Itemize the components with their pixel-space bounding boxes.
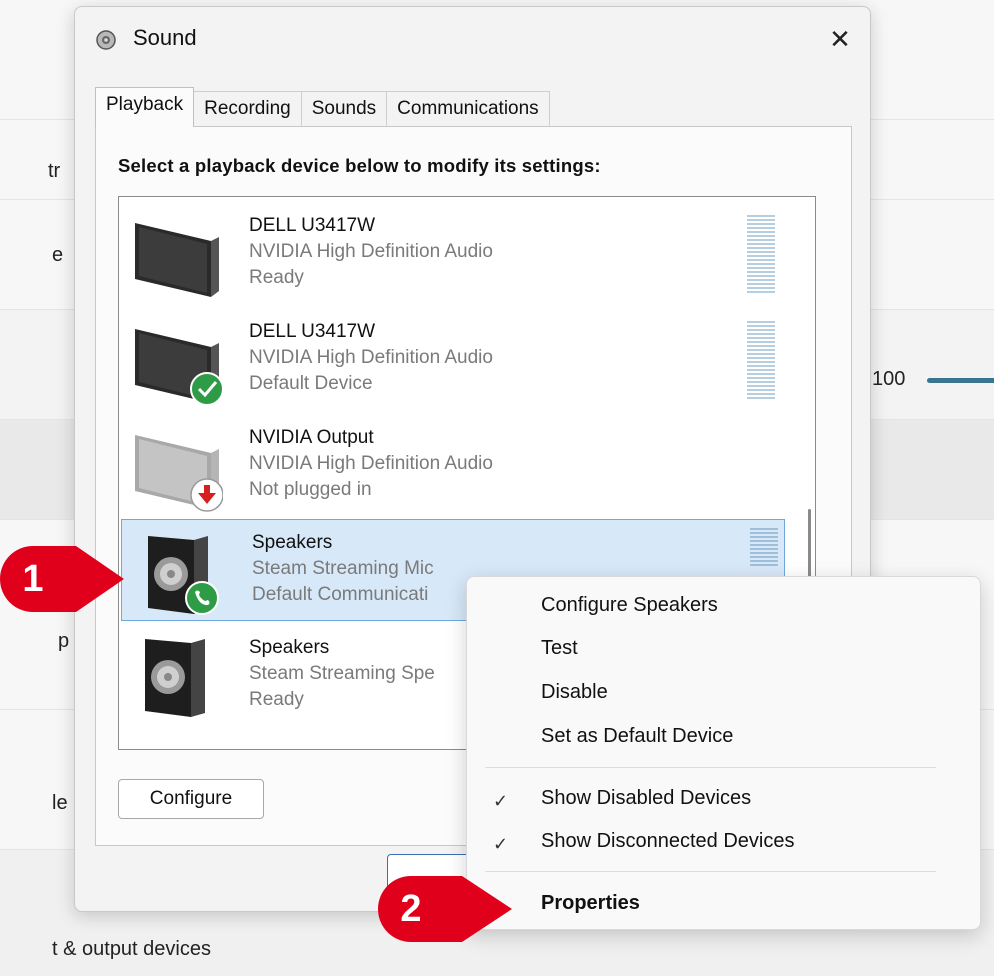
device-item[interactable]: NVIDIA Output NVIDIA High Definition Aud… — [119, 415, 787, 517]
tab-sounds[interactable]: Sounds — [300, 91, 388, 127]
menu-item-disable[interactable]: Disable — [541, 681, 608, 704]
menu-item-set-default[interactable]: Set as Default Device — [541, 725, 733, 748]
bg-text-fragment: tr — [48, 160, 61, 182]
device-driver: NVIDIA High Definition Audio — [249, 347, 493, 368]
checkmark-icon: ✓ — [493, 834, 509, 854]
device-name: DELL U3417W — [249, 321, 376, 342]
instruction-text: Select a playback device below to modify… — [118, 155, 601, 176]
device-item[interactable]: DELL U3417W NVIDIA High Definition Audio… — [119, 203, 787, 305]
menu-separator — [485, 871, 936, 872]
device-status: Not plugged in — [249, 479, 372, 500]
menu-item-configure-speakers[interactable]: Configure Speakers — [541, 594, 718, 617]
configure-button[interactable]: Configure — [118, 779, 264, 819]
tab-strip: Playback Recording Sounds Communications — [95, 87, 550, 127]
close-button[interactable]: ✕ — [820, 19, 860, 59]
device-name: Speakers — [252, 532, 333, 553]
device-driver: NVIDIA High Definition Audio — [249, 241, 493, 262]
close-icon: ✕ — [829, 23, 851, 54]
scrollbar-thumb[interactable] — [808, 509, 811, 579]
bg-text-fragment: p — [58, 630, 70, 652]
tab-recording[interactable]: Recording — [193, 91, 302, 127]
titlebar: Sound ✕ — [75, 7, 870, 69]
device-name: NVIDIA Output — [249, 427, 374, 448]
monitor-icon — [135, 435, 223, 512]
device-driver: Steam Streaming Spe — [249, 663, 435, 684]
callout-number: 2 — [400, 887, 422, 930]
level-meter — [747, 321, 775, 401]
callout-2: 2 — [378, 876, 512, 942]
callout-number: 1 — [22, 557, 44, 600]
device-status: Default Device — [249, 373, 373, 394]
context-menu: Configure Speakers Test Disable Set as D… — [466, 576, 981, 930]
menu-item-show-disabled[interactable]: Show Disabled Devices — [541, 787, 751, 810]
monitor-icon — [135, 329, 223, 406]
device-driver: NVIDIA High Definition Audio — [249, 453, 493, 474]
device-status: Ready — [249, 689, 304, 710]
device-name: DELL U3417W — [249, 215, 376, 236]
menu-item-test[interactable]: Test — [541, 637, 578, 660]
menu-item-properties[interactable]: Properties — [541, 892, 640, 915]
bg-text-fragment: e — [52, 244, 64, 266]
bg-text-fragment: le — [52, 792, 68, 814]
volume-slider[interactable] — [927, 378, 994, 383]
dialog-title: Sound — [133, 25, 197, 50]
device-status: Default Communicati — [252, 584, 429, 605]
footer-link[interactable]: t & output devices — [52, 938, 211, 961]
speaker-icon — [145, 639, 205, 717]
device-status: Ready — [249, 267, 304, 288]
callout-1: 1 — [0, 546, 124, 612]
checkmark-icon: ✓ — [493, 791, 509, 811]
monitor-icon — [135, 223, 219, 297]
menu-item-show-disconnected[interactable]: Show Disconnected Devices — [541, 830, 794, 853]
menu-separator — [485, 767, 936, 768]
speaker-icon — [96, 30, 116, 50]
tab-playback[interactable]: Playback — [95, 87, 195, 127]
volume-value: 100 — [872, 368, 906, 390]
level-meter — [747, 215, 775, 295]
tab-communications[interactable]: Communications — [386, 91, 550, 127]
device-item[interactable]: DELL U3417W NVIDIA High Definition Audio… — [119, 309, 787, 411]
speaker-icon — [148, 536, 219, 615]
level-meter — [750, 528, 778, 568]
device-name: Speakers — [249, 637, 330, 658]
device-driver: Steam Streaming Mic — [252, 558, 434, 579]
